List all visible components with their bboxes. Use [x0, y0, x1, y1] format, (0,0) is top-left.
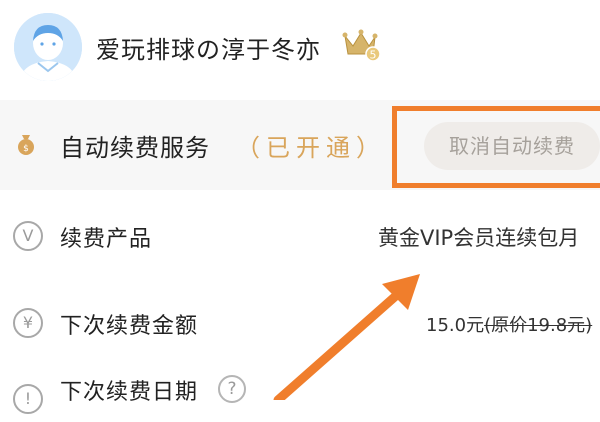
- default-avatar-icon: [14, 13, 82, 81]
- help-icon[interactable]: ?: [218, 375, 246, 403]
- service-status: （已开通）: [236, 134, 386, 162]
- next-date-label: 下次续费日期: [60, 380, 199, 405]
- cancel-auto-renew-button[interactable]: 取消自动续费: [424, 122, 600, 170]
- next-amount-price: 15.0元: [426, 315, 485, 336]
- next-amount-row: ¥ 下次续费金额 15.0元(原价19.8元): [0, 290, 600, 350]
- svg-text:$: $: [23, 144, 29, 154]
- renewal-product-row: V 续费产品 黄金VIP会员连续包月: [0, 205, 600, 265]
- service-label: 自动续费服务: [60, 134, 210, 162]
- next-amount-value: 15.0元(原价19.8元): [426, 311, 592, 337]
- next-amount-label: 下次续费金额: [60, 314, 199, 339]
- yen-circle-icon: ¥: [13, 308, 43, 338]
- profile-header: 爱玩排球の淳于冬亦 5: [0, 0, 600, 100]
- vip-level: 5: [370, 49, 377, 62]
- avatar[interactable]: [14, 13, 82, 81]
- coin-icon: $: [18, 135, 34, 155]
- original-price: (原价19.8元): [484, 315, 593, 336]
- clock-icon: !: [13, 384, 43, 414]
- vip-crown-icon[interactable]: 5: [342, 28, 382, 62]
- renewal-product-label: 续费产品: [60, 227, 153, 252]
- v-circle-icon: V: [13, 221, 43, 251]
- next-date-row: ! 下次续费日期: [0, 362, 600, 422]
- username: 爱玩排球の淳于冬亦: [96, 36, 321, 64]
- renewal-product-value: 黄金VIP会员连续包月: [378, 226, 580, 250]
